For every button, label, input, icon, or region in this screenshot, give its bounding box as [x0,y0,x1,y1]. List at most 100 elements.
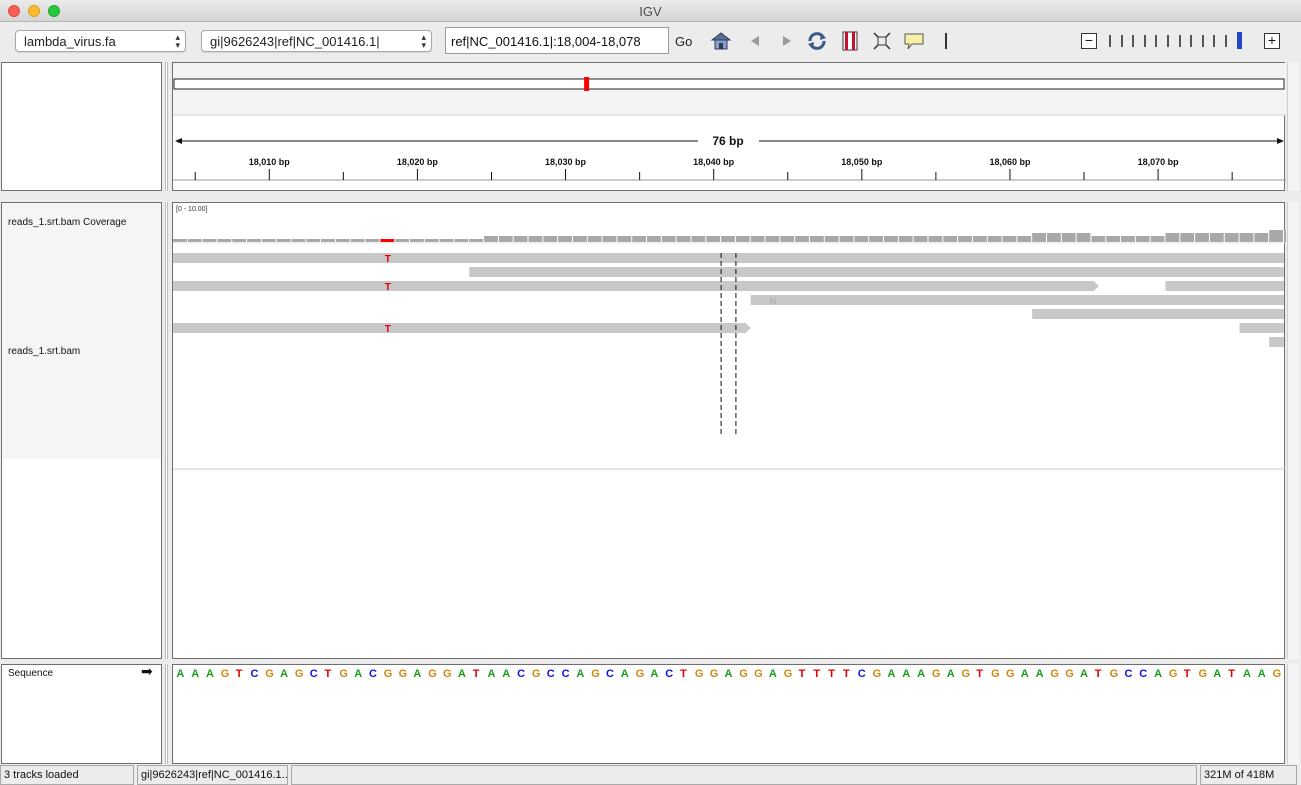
alignment-canvas[interactable]: T T N T [173,203,1286,660]
coverage-bar[interactable] [1061,233,1076,242]
coverage-bar[interactable] [454,239,469,242]
zoom-current-marker[interactable] [1237,32,1242,49]
coverage-bar[interactable] [884,236,898,242]
coverage-bar[interactable] [706,236,721,242]
zoom-level-tick[interactable] [1225,35,1227,47]
panel-divider[interactable] [165,62,168,191]
ruler-canvas[interactable]: 76 bp 18,010 bp 18,020 bp 18,030 bp 18,040 … [173,63,1286,192]
coverage-bar[interactable] [202,239,217,242]
read-alignment[interactable] [1165,281,1284,291]
coverage-bar[interactable] [869,236,884,242]
zoom-level-tick[interactable] [1178,35,1181,47]
coverage-bar[interactable] [484,236,498,242]
coverage-bar[interactable] [1150,236,1165,242]
roi-icon[interactable] [839,31,861,51]
coverage-bar[interactable] [958,236,972,242]
coverage-bar[interactable] [335,239,350,242]
coverage-bar[interactable] [943,236,958,242]
coverage-bar[interactable] [232,239,247,242]
coverage-bar[interactable] [1239,233,1254,242]
coverage-bar[interactable] [824,236,839,242]
data-scrollbar[interactable] [1287,202,1299,659]
read-alignment[interactable] [469,267,1284,277]
zoom-level-tick[interactable] [1120,35,1123,47]
panel-divider[interactable] [165,664,168,764]
coverage-bar[interactable] [543,236,558,242]
zoom-level-tick[interactable] [1132,35,1135,47]
coverage-bar[interactable] [261,239,276,242]
coverage-bar[interactable] [365,239,380,242]
coverage-bar[interactable] [469,239,484,242]
coverage-bar[interactable] [1002,236,1017,242]
zoom-level-tick[interactable] [1201,35,1204,47]
ruler-line-icon[interactable] [935,31,957,51]
read-alignment[interactable] [173,323,751,333]
coverage-bar[interactable] [1209,233,1224,242]
read-alignment[interactable] [173,253,1284,263]
coverage-bar[interactable] [1017,236,1032,242]
coverage-bar[interactable] [247,239,261,242]
coverage-bar[interactable] [498,236,513,242]
alignment-track-label[interactable]: reads_1.srt.bam [8,346,80,357]
alignment-track[interactable]: T T N T [173,253,1284,347]
coverage-bar[interactable] [617,236,632,242]
coverage-bar[interactable] [1284,230,1286,242]
coverage-bar[interactable] [735,236,750,242]
coverage-bar[interactable] [750,236,765,242]
coverage-bar[interactable] [1106,236,1121,242]
coverage-bar[interactable] [632,236,647,242]
coverage-bar[interactable] [306,239,321,242]
go-button[interactable]: Go [675,34,692,49]
coverage-bar[interactable] [380,239,395,242]
coverage-bar[interactable] [1195,233,1209,242]
coverage-bar[interactable] [1091,236,1106,242]
zoom-level-tick[interactable] [1109,35,1111,47]
coverage-bar[interactable] [809,236,824,242]
read-alignment[interactable] [1239,323,1284,333]
coverage-bar[interactable] [572,236,587,242]
coverage-bar[interactable] [410,239,424,242]
back-icon[interactable] [745,31,767,51]
coverage-bar[interactable] [898,236,913,242]
coverage-bar[interactable] [291,239,306,242]
coverage-bar[interactable] [1121,236,1135,242]
coverage-bar[interactable] [972,236,987,242]
coverage-bar[interactable] [558,236,572,242]
zoom-level-tick[interactable] [1213,35,1216,47]
coverage-track-label[interactable]: reads_1.srt.bam Coverage [8,217,126,228]
coverage-bar[interactable] [780,236,795,242]
coverage-bar[interactable] [1180,233,1195,242]
coverage-bar[interactable] [217,239,232,242]
coverage-bar[interactable] [928,236,943,242]
coverage-bar[interactable] [647,236,661,242]
zoom-level-tick[interactable] [1143,35,1146,47]
coverage-bar[interactable] [765,236,780,242]
popup-text-icon[interactable] [903,31,925,51]
forward-icon[interactable] [775,31,797,51]
coverage-bar[interactable] [1165,233,1180,242]
zoom-level-tick[interactable] [1167,35,1169,47]
zoom-in-button[interactable]: + [1264,33,1280,49]
coverage-bar[interactable] [721,236,735,242]
read-alignment[interactable] [1032,309,1284,319]
coverage-bar[interactable] [1032,233,1046,242]
header-scrollbar[interactable] [1287,62,1299,191]
refresh-icon[interactable] [806,31,828,51]
coverage-bar[interactable] [1046,233,1061,242]
resize-icon[interactable] [871,31,893,51]
chromosome-dropdown[interactable]: gi|9626243|ref|NC_001416.1| ▴ ▾ [201,30,432,52]
coverage-bar[interactable] [350,239,365,242]
coverage-bar[interactable] [173,239,187,242]
coverage-bar[interactable] [276,239,291,242]
strand-arrow-icon[interactable]: ➡ [141,663,153,680]
coverage-bar[interactable] [439,239,454,242]
coverage-bar[interactable] [1254,233,1269,242]
coverage-bar[interactable] [424,239,439,242]
coverage-bar[interactable] [1135,236,1150,242]
coverage-bar[interactable] [987,236,1002,242]
zoom-level-tick[interactable] [1155,35,1158,47]
read-alignment[interactable] [750,295,1284,305]
coverage-bar[interactable] [795,236,809,242]
coverage-bar[interactable] [395,239,410,242]
coverage-bar[interactable] [513,236,528,242]
